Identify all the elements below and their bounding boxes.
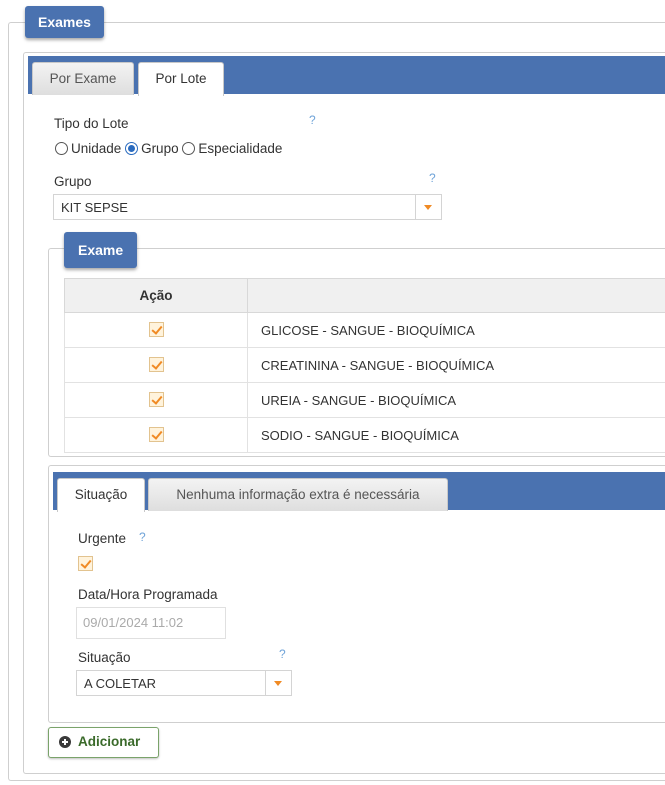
exames-legend: Exames [25,6,104,38]
table-row: UREIA - SANGUE - BIOQUÍMICA [64,382,665,418]
tab-por-exame[interactable]: Por Exame [32,62,134,95]
tab-informacao-extra[interactable]: Nenhuma informação extra é necessária [148,478,448,511]
row-check-cell [64,347,248,383]
row-checkbox[interactable] [149,427,164,442]
radio-grupo[interactable]: Grupo [125,141,179,156]
chevron-down-icon[interactable] [265,671,291,695]
exam-name: UREIA - SANGUE - BIOQUÍMICA [247,382,665,418]
exam-name: CREATININA - SANGUE - BIOQUÍMICA [247,347,665,383]
row-checkbox[interactable] [149,322,164,337]
grupo-select[interactable]: KIT SEPSE [53,194,442,220]
row-checkbox[interactable] [149,357,164,372]
data-hora-label: Data/Hora Programada [78,587,218,602]
grupo-help-icon[interactable]: ? [429,171,436,185]
urgente-help-icon[interactable]: ? [139,530,146,544]
add-button[interactable]: Adicionar [48,727,159,758]
row-check-cell [64,382,248,418]
situacao-label: Situação [78,650,131,665]
radio-unidade-circle[interactable] [55,142,68,155]
situacao-select-value: A COLETAR [84,676,157,691]
add-button-label: Adicionar [78,734,141,749]
situacao-select[interactable]: A COLETAR [76,670,292,696]
urgente-checkbox[interactable] [78,556,93,571]
chevron-down-icon[interactable] [415,195,441,219]
tipo-lote-help-icon[interactable]: ? [309,113,316,127]
exame-legend: Exame [64,232,138,268]
radio-especialidade[interactable]: Especialidade [182,141,282,156]
radio-especialidade-label: Especialidade [198,141,283,156]
exam-name: SODIO - SANGUE - BIOQUÍMICA [247,417,665,453]
radio-unidade[interactable]: Unidade [55,141,121,156]
tipo-lote-radio-group: Unidade Grupo Especialidade [55,141,282,156]
tab-por-lote[interactable]: Por Lote [138,62,224,96]
exam-name: GLICOSE - SANGUE - BIOQUÍMICA [247,312,665,348]
tipo-lote-label: Tipo do Lote [54,116,129,131]
grupo-select-value: KIT SEPSE [61,200,128,215]
table-row: CREATININA - SANGUE - BIOQUÍMICA [64,347,665,383]
radio-unidade-label: Unidade [71,141,122,156]
grupo-label: Grupo [54,174,92,189]
tab-situacao[interactable]: Situação [57,478,145,512]
row-check-cell [64,417,248,453]
radio-grupo-label: Grupo [141,141,179,156]
urgente-label: Urgente [78,531,127,546]
exame-column-header [247,278,665,313]
data-hora-input[interactable]: 09/01/2024 11:02 [76,607,226,639]
acao-column-header: Ação [64,278,248,313]
row-check-cell [64,312,248,348]
situacao-help-icon[interactable]: ? [279,647,286,661]
radio-especialidade-circle[interactable] [182,142,196,155]
plus-circle-icon [59,736,71,748]
radio-grupo-circle[interactable] [125,142,139,155]
exames-table: Ação GLICOSE - SANGUE - BIOQUÍMICA CREAT… [64,278,665,453]
table-header-row: Ação [64,278,665,313]
table-row: SODIO - SANGUE - BIOQUÍMICA [64,417,665,453]
row-checkbox[interactable] [149,392,164,407]
table-row: GLICOSE - SANGUE - BIOQUÍMICA [64,312,665,348]
